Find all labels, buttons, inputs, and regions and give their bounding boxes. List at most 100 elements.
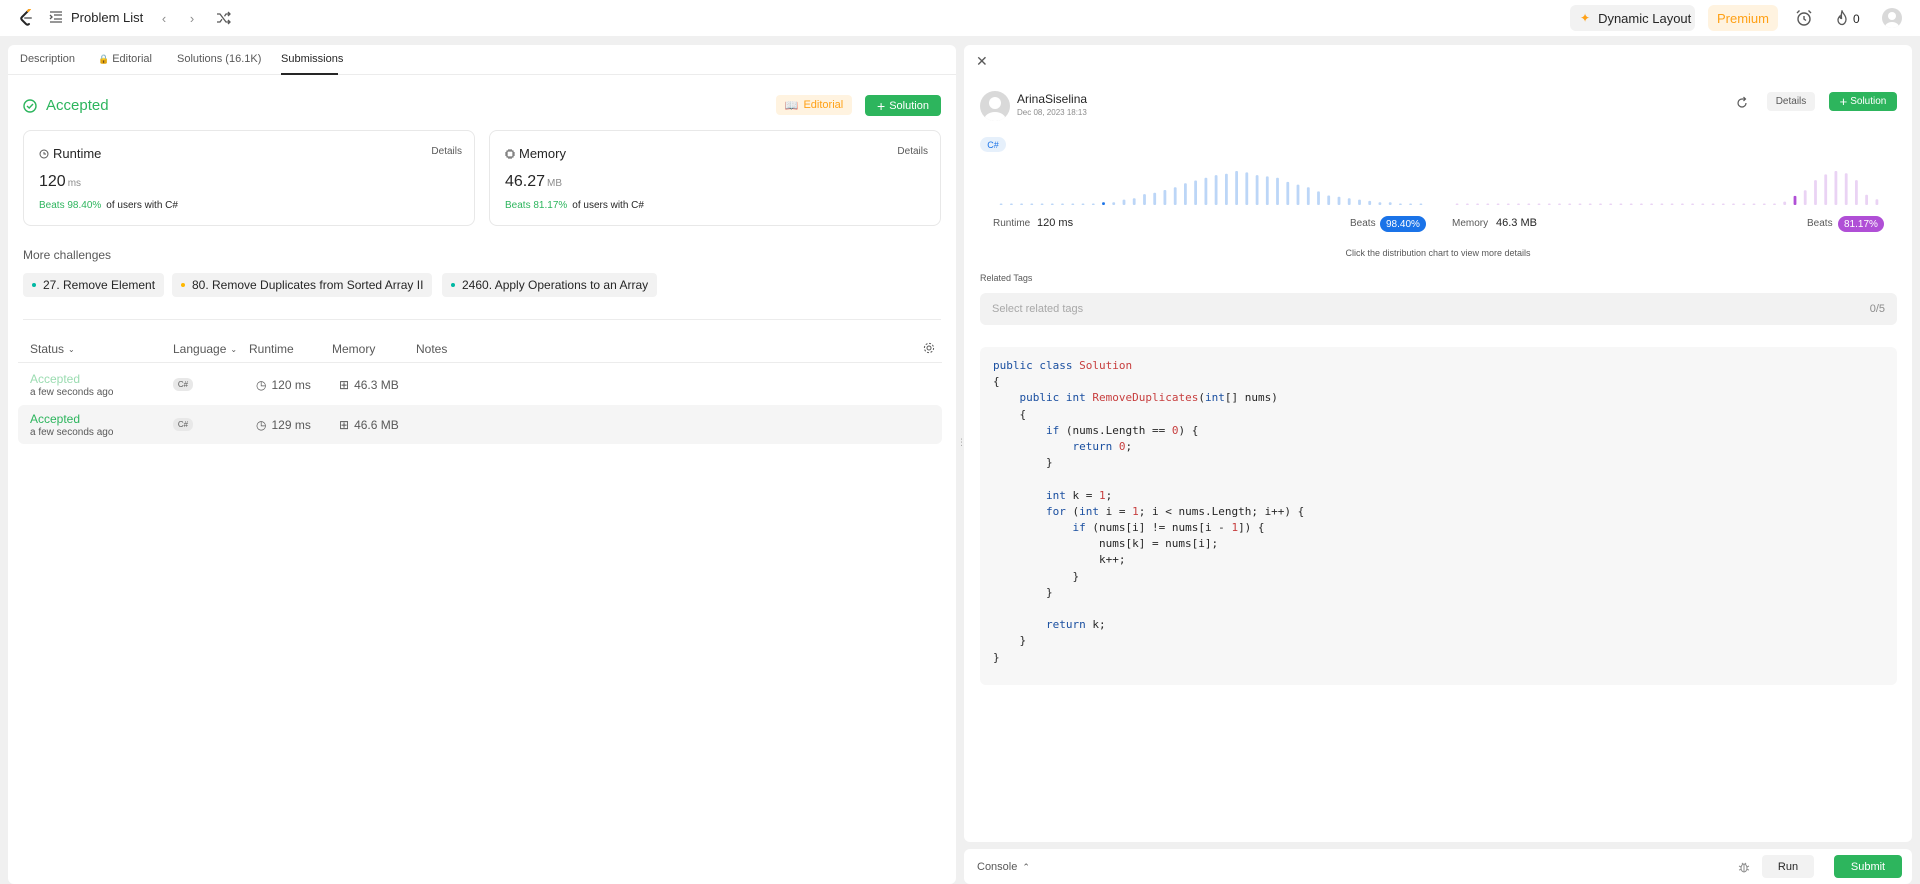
distribution-bar[interactable] <box>999 203 1003 206</box>
distribution-bar[interactable] <box>1629 203 1633 206</box>
distribution-bar[interactable] <box>1204 177 1208 205</box>
dynamic-layout-button[interactable]: ✦ Dynamic Layout <box>1570 5 1695 31</box>
challenge-chip-3[interactable]: 2460. Apply Operations to an Array <box>442 273 658 297</box>
distribution-bar[interactable] <box>1040 203 1044 206</box>
distribution-bar[interactable] <box>1194 180 1197 206</box>
distribution-bar[interactable] <box>1814 180 1817 205</box>
bug-icon[interactable] <box>1738 861 1750 873</box>
distribution-bar[interactable] <box>1143 194 1146 205</box>
distribution-bar[interactable] <box>1153 192 1157 205</box>
prev-problem-button[interactable]: ‹ <box>155 9 173 27</box>
distribution-bar[interactable] <box>1773 203 1776 206</box>
distribution-bar[interactable] <box>1347 198 1351 205</box>
row-status[interactable]: Accepted <box>30 372 80 386</box>
distribution-bar[interactable] <box>1050 203 1054 206</box>
distribution-bar[interactable] <box>1327 195 1331 206</box>
distribution-bar[interactable] <box>1245 172 1249 205</box>
distribution-bar[interactable] <box>1122 199 1126 205</box>
distribution-bar[interactable] <box>1588 203 1592 206</box>
distribution-bar[interactable] <box>1527 203 1531 206</box>
distribution-bar[interactable] <box>1762 203 1766 206</box>
distribution-bar[interactable] <box>1296 184 1300 205</box>
submit-button[interactable]: Submit <box>1834 855 1902 878</box>
distribution-bar[interactable] <box>1466 203 1469 206</box>
table-row[interactable]: Accepted a few seconds ago C# ◷ 120 ms ⊞ 4… <box>18 365 942 404</box>
distribution-bar[interactable] <box>1388 202 1392 205</box>
distribution-bar[interactable] <box>1844 173 1848 205</box>
tab-editorial[interactable]: 🔒 Editorial <box>98 53 152 65</box>
distribution-bar[interactable] <box>1368 200 1372 205</box>
distribution-bar[interactable] <box>1071 203 1075 206</box>
close-icon[interactable]: ✕ <box>976 53 988 70</box>
distribution-bar[interactable] <box>1184 183 1187 205</box>
tab-description[interactable]: Description <box>20 53 75 65</box>
language-column-header[interactable]: Language ⌄ <box>173 342 237 356</box>
distribution-bar[interactable] <box>1112 202 1116 205</box>
distribution-bar[interactable] <box>1255 175 1259 205</box>
premium-button[interactable]: Premium <box>1708 5 1778 31</box>
distribution-bar[interactable] <box>1276 177 1279 205</box>
leetcode-logo-icon[interactable] <box>19 9 35 27</box>
memory-details-link[interactable]: Details <box>897 146 928 157</box>
challenge-chip-2[interactable]: 80. Remove Duplicates from Sorted Array … <box>172 273 433 297</box>
distribution-bar[interactable] <box>1742 203 1746 206</box>
distribution-bar[interactable] <box>1409 203 1412 206</box>
runtime-distribution-chart[interactable] <box>996 165 1426 205</box>
distribution-bar[interactable] <box>1317 191 1320 205</box>
author-avatar[interactable] <box>980 91 1010 121</box>
runtime-card[interactable]: Runtime Details 120 ms Beats 98.40% of use… <box>23 130 475 226</box>
distribution-bar[interactable] <box>1061 203 1064 206</box>
distribution-bar[interactable] <box>1681 203 1684 206</box>
distribution-bar[interactable] <box>1578 203 1582 206</box>
user-avatar[interactable] <box>1882 8 1902 28</box>
gear-icon[interactable] <box>923 342 935 354</box>
memory-card[interactable]: Memory Details 46.27 MB Beats 81.17% of us… <box>489 130 941 226</box>
shuffle-icon[interactable] <box>216 10 232 26</box>
distribution-bar[interactable] <box>1783 201 1787 205</box>
distribution-bar[interactable] <box>1163 190 1167 205</box>
distribution-bar[interactable] <box>1537 203 1541 206</box>
distribution-bar[interactable] <box>1286 181 1290 205</box>
challenge-chip-1[interactable]: 27. Remove Element <box>23 273 165 297</box>
post-solution-button[interactable]: + Solution <box>1829 92 1897 111</box>
tab-submissions[interactable]: Submissions <box>281 53 343 65</box>
distribution-bar[interactable] <box>1132 198 1136 205</box>
author-name[interactable]: ArinaSiselina <box>1017 92 1087 106</box>
distribution-bar[interactable] <box>1399 203 1402 206</box>
panel-resize-handle[interactable]: ⋮ <box>957 437 966 451</box>
distribution-bar[interactable] <box>1378 202 1382 205</box>
distribution-bar[interactable] <box>1558 203 1561 206</box>
distribution-bar[interactable] <box>1419 203 1423 206</box>
code-block[interactable]: public class Solution { public int Remov… <box>980 347 1897 685</box>
distribution-bar[interactable] <box>1732 203 1735 206</box>
distribution-bar[interactable] <box>1496 203 1500 206</box>
details-button[interactable]: Details <box>1767 92 1815 111</box>
distribution-bar[interactable] <box>1721 203 1725 206</box>
distribution-bar[interactable] <box>1091 203 1095 206</box>
distribution-bar[interactable] <box>1875 199 1879 205</box>
next-problem-button[interactable]: › <box>183 9 201 27</box>
distribution-bar[interactable] <box>1670 203 1674 206</box>
distribution-bar[interactable] <box>1824 174 1828 205</box>
distribution-bar[interactable] <box>1102 202 1105 205</box>
run-button[interactable]: Run <box>1762 855 1814 878</box>
distribution-bar[interactable] <box>1803 190 1807 205</box>
distribution-bar[interactable] <box>1337 196 1341 205</box>
distribution-bar[interactable] <box>1306 187 1310 205</box>
distribution-bar[interactable] <box>1486 203 1490 206</box>
distribution-bar[interactable] <box>1855 180 1858 205</box>
distribution-bar[interactable] <box>1081 203 1085 206</box>
distribution-bar[interactable] <box>1865 194 1868 205</box>
share-icon[interactable] <box>1735 96 1749 110</box>
list-icon[interactable] <box>49 11 63 23</box>
distribution-bar[interactable] <box>1455 203 1459 206</box>
editorial-button[interactable]: 📖 Editorial <box>776 95 852 115</box>
row-status[interactable]: Accepted <box>30 412 80 426</box>
distribution-bar[interactable] <box>1650 203 1653 206</box>
distribution-bar[interactable] <box>1568 203 1572 206</box>
distribution-bar[interactable] <box>1547 203 1551 206</box>
problem-list-link[interactable]: Problem List <box>71 10 143 25</box>
distribution-bar[interactable] <box>1619 203 1623 206</box>
distribution-bar[interactable] <box>1793 195 1797 205</box>
distribution-bar[interactable] <box>1609 203 1613 206</box>
